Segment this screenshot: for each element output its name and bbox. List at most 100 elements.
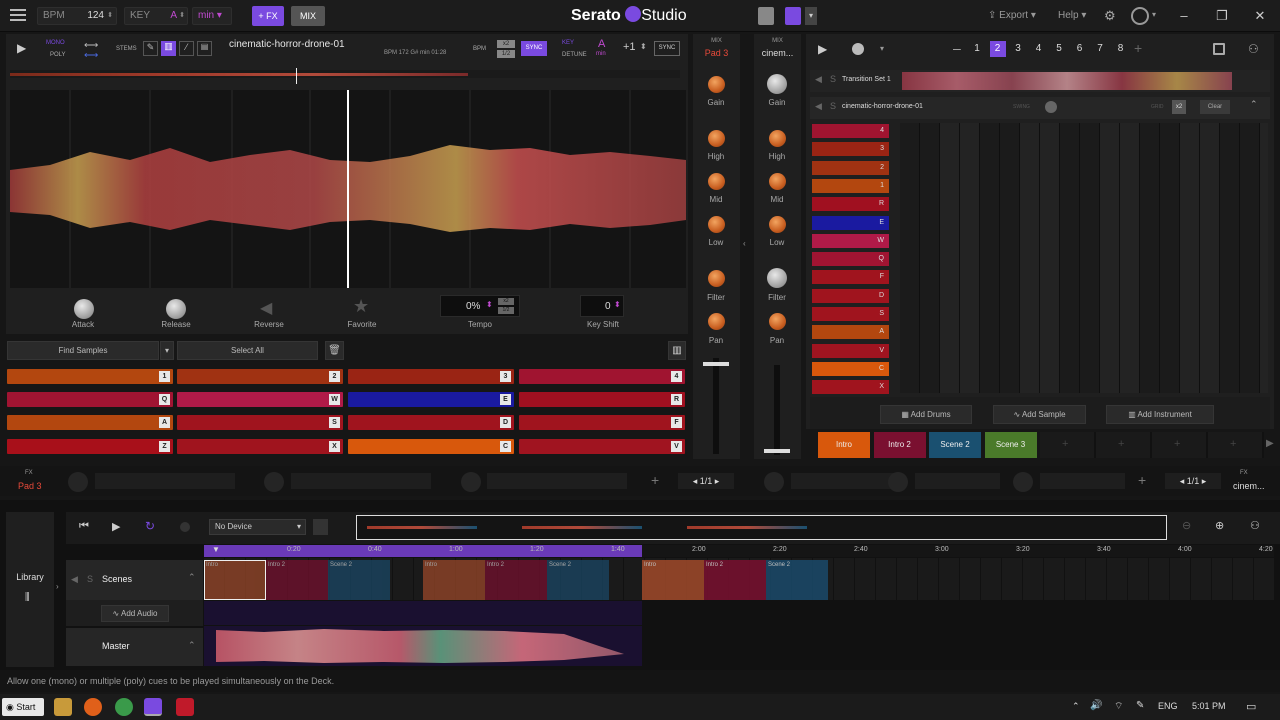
fx-right-knob-2[interactable]: [888, 472, 908, 492]
firefox-icon[interactable]: [84, 698, 102, 716]
clock[interactable]: 5:01 PM: [1192, 701, 1226, 711]
add-page-icon[interactable]: +: [1134, 40, 1142, 56]
collapse-track-icon[interactable]: ⌃: [1250, 99, 1258, 110]
sequencer-track-drone[interactable]: ◀ S cinematic-horror-drone-01 SWING GRID…: [810, 97, 1270, 119]
minimize-icon[interactable]: –: [1165, 0, 1203, 32]
pad-q[interactable]: Q: [7, 392, 173, 407]
release-knob[interactable]: [166, 299, 186, 319]
fx-slot-1[interactable]: [95, 473, 235, 489]
maximize-icon[interactable]: ❐: [1203, 0, 1241, 32]
cue-row-d[interactable]: D: [812, 288, 889, 303]
cue-row-3[interactable]: 3: [812, 142, 889, 157]
cue-row-q[interactable]: Q: [812, 252, 889, 267]
speaker-icon[interactable]: ◀: [815, 74, 822, 85]
pad-s[interactable]: S: [177, 415, 343, 430]
collapse-left-icon[interactable]: ‹: [743, 239, 746, 248]
left-low-knob[interactable]: [708, 216, 725, 233]
gear-icon[interactable]: ⚙: [1104, 8, 1116, 24]
remove-page-icon[interactable]: –: [953, 40, 961, 56]
fx-page-selector[interactable]: ◂ 1/1 ▸: [678, 473, 734, 489]
tempo-half-button[interactable]: 1/2: [498, 307, 514, 314]
add-instrument-button[interactable]: ▥ Add Instrument: [1106, 405, 1214, 424]
fullscreen-icon[interactable]: [1213, 43, 1225, 55]
left-volume-fader[interactable]: [713, 358, 719, 454]
pad-1[interactable]: 1: [7, 369, 173, 384]
pen-icon[interactable]: ✎: [1136, 700, 1144, 711]
explorer-icon[interactable]: [54, 698, 72, 716]
right-pan-knob[interactable]: [769, 313, 786, 330]
arranger-record-icon[interactable]: [180, 522, 190, 532]
cue-row-4[interactable]: 4: [812, 124, 889, 138]
pad-3[interactable]: 3: [348, 369, 514, 384]
right-mid-knob[interactable]: [769, 173, 786, 190]
cue-row-a[interactable]: A: [812, 325, 889, 340]
library-tab[interactable]: Library ⫼: [6, 512, 54, 667]
arranger-play-icon[interactable]: ▶: [112, 520, 120, 533]
left-filter-knob[interactable]: [708, 270, 725, 287]
selected-scene-block[interactable]: [204, 560, 266, 600]
page-button-8[interactable]: 8: [1113, 41, 1129, 57]
fx-slot-3[interactable]: [487, 473, 627, 489]
page-button-1[interactable]: 1: [969, 41, 985, 57]
scene-intro-2[interactable]: Intro 2: [873, 432, 926, 458]
pad-c[interactable]: C: [348, 439, 514, 454]
double-bpm-button[interactable]: x2: [497, 40, 515, 48]
add-sample-button[interactable]: ∿ Add Sample: [993, 405, 1086, 424]
cue-row-c[interactable]: C: [812, 361, 889, 376]
language-indicator[interactable]: ENG: [1158, 701, 1178, 711]
page-button-6[interactable]: 6: [1072, 41, 1088, 57]
help-menu[interactable]: Help ▾: [1058, 10, 1086, 21]
key-shift-stepper[interactable]: ⬍: [640, 42, 647, 51]
track-overview[interactable]: [10, 70, 680, 78]
right-low-knob[interactable]: [769, 216, 786, 233]
pencil-icon[interactable]: ✎: [143, 41, 158, 56]
robot-icon[interactable]: ⚇: [1248, 42, 1259, 56]
left-high-knob[interactable]: [708, 130, 725, 147]
keyboard-icon[interactable]: ▤: [197, 41, 212, 56]
right-volume-fader[interactable]: [774, 365, 780, 455]
scene-block[interactable]: Intro 2: [266, 560, 328, 600]
key-sync-button[interactable]: SYNC: [654, 41, 680, 56]
fx-button[interactable]: + FX: [252, 6, 284, 26]
left-fader-handle[interactable]: [703, 362, 729, 366]
scene-block[interactable]: Scene 2: [328, 560, 390, 600]
recorder-icon[interactable]: [176, 698, 194, 716]
fx-right-knob-3[interactable]: [1013, 472, 1033, 492]
grid-value-button[interactable]: x2: [1172, 100, 1186, 114]
tray-chevron-icon[interactable]: ⌃: [1072, 701, 1080, 712]
cue-row-w[interactable]: W: [812, 233, 889, 248]
sampler-icon[interactable]: [758, 7, 774, 25]
fx-add-icon[interactable]: +: [651, 472, 659, 488]
play-icon[interactable]: ▶: [17, 41, 26, 55]
fx-knob-2[interactable]: [264, 472, 284, 492]
fx-right-slot-1[interactable]: [791, 473, 896, 489]
left-pan-knob[interactable]: [708, 313, 725, 330]
cue-row-f[interactable]: F: [812, 270, 889, 285]
scene-scene-3[interactable]: Scene 3: [984, 432, 1037, 458]
loop-region[interactable]: [204, 545, 642, 557]
page-button-5[interactable]: 5: [1051, 41, 1067, 57]
fx-right-page-selector[interactable]: ◂ 1/1 ▸: [1165, 473, 1221, 489]
slip-icon[interactable]: ⟷: [84, 50, 98, 61]
step-grid[interactable]: [900, 123, 1268, 393]
fx-knob-3[interactable]: [461, 472, 481, 492]
export-menu[interactable]: ⇪ Export ▾: [988, 10, 1036, 21]
cue-row-1[interactable]: 1: [812, 178, 889, 193]
scene-scene-2[interactable]: Scene 2: [929, 432, 981, 458]
fx-knob-1[interactable]: [68, 472, 88, 492]
scene-block[interactable]: Scene 2: [766, 560, 828, 600]
account-icon[interactable]: [1131, 7, 1149, 25]
scene-block[interactable]: Intro 2: [485, 560, 547, 600]
volume-icon[interactable]: 🔊: [1090, 700, 1102, 711]
scene-block[interactable]: Intro: [423, 560, 485, 600]
sequencer-track-transition[interactable]: ◀ S Transition Set 1: [810, 70, 1270, 92]
account-chevron-icon[interactable]: ▾: [1152, 10, 1156, 19]
start-button[interactable]: ◉ Start: [2, 698, 44, 716]
key-field[interactable]: KEY A ⬍: [124, 7, 188, 25]
loop-toggle-icon[interactable]: ↻: [145, 519, 155, 533]
cue-row-2[interactable]: 2: [812, 160, 889, 175]
page-button-7[interactable]: 7: [1092, 41, 1108, 57]
piano-keys-icon[interactable]: ▥: [668, 341, 686, 360]
arranger-robot-icon[interactable]: ⚇: [1250, 519, 1260, 532]
pad-f[interactable]: F: [519, 415, 685, 430]
